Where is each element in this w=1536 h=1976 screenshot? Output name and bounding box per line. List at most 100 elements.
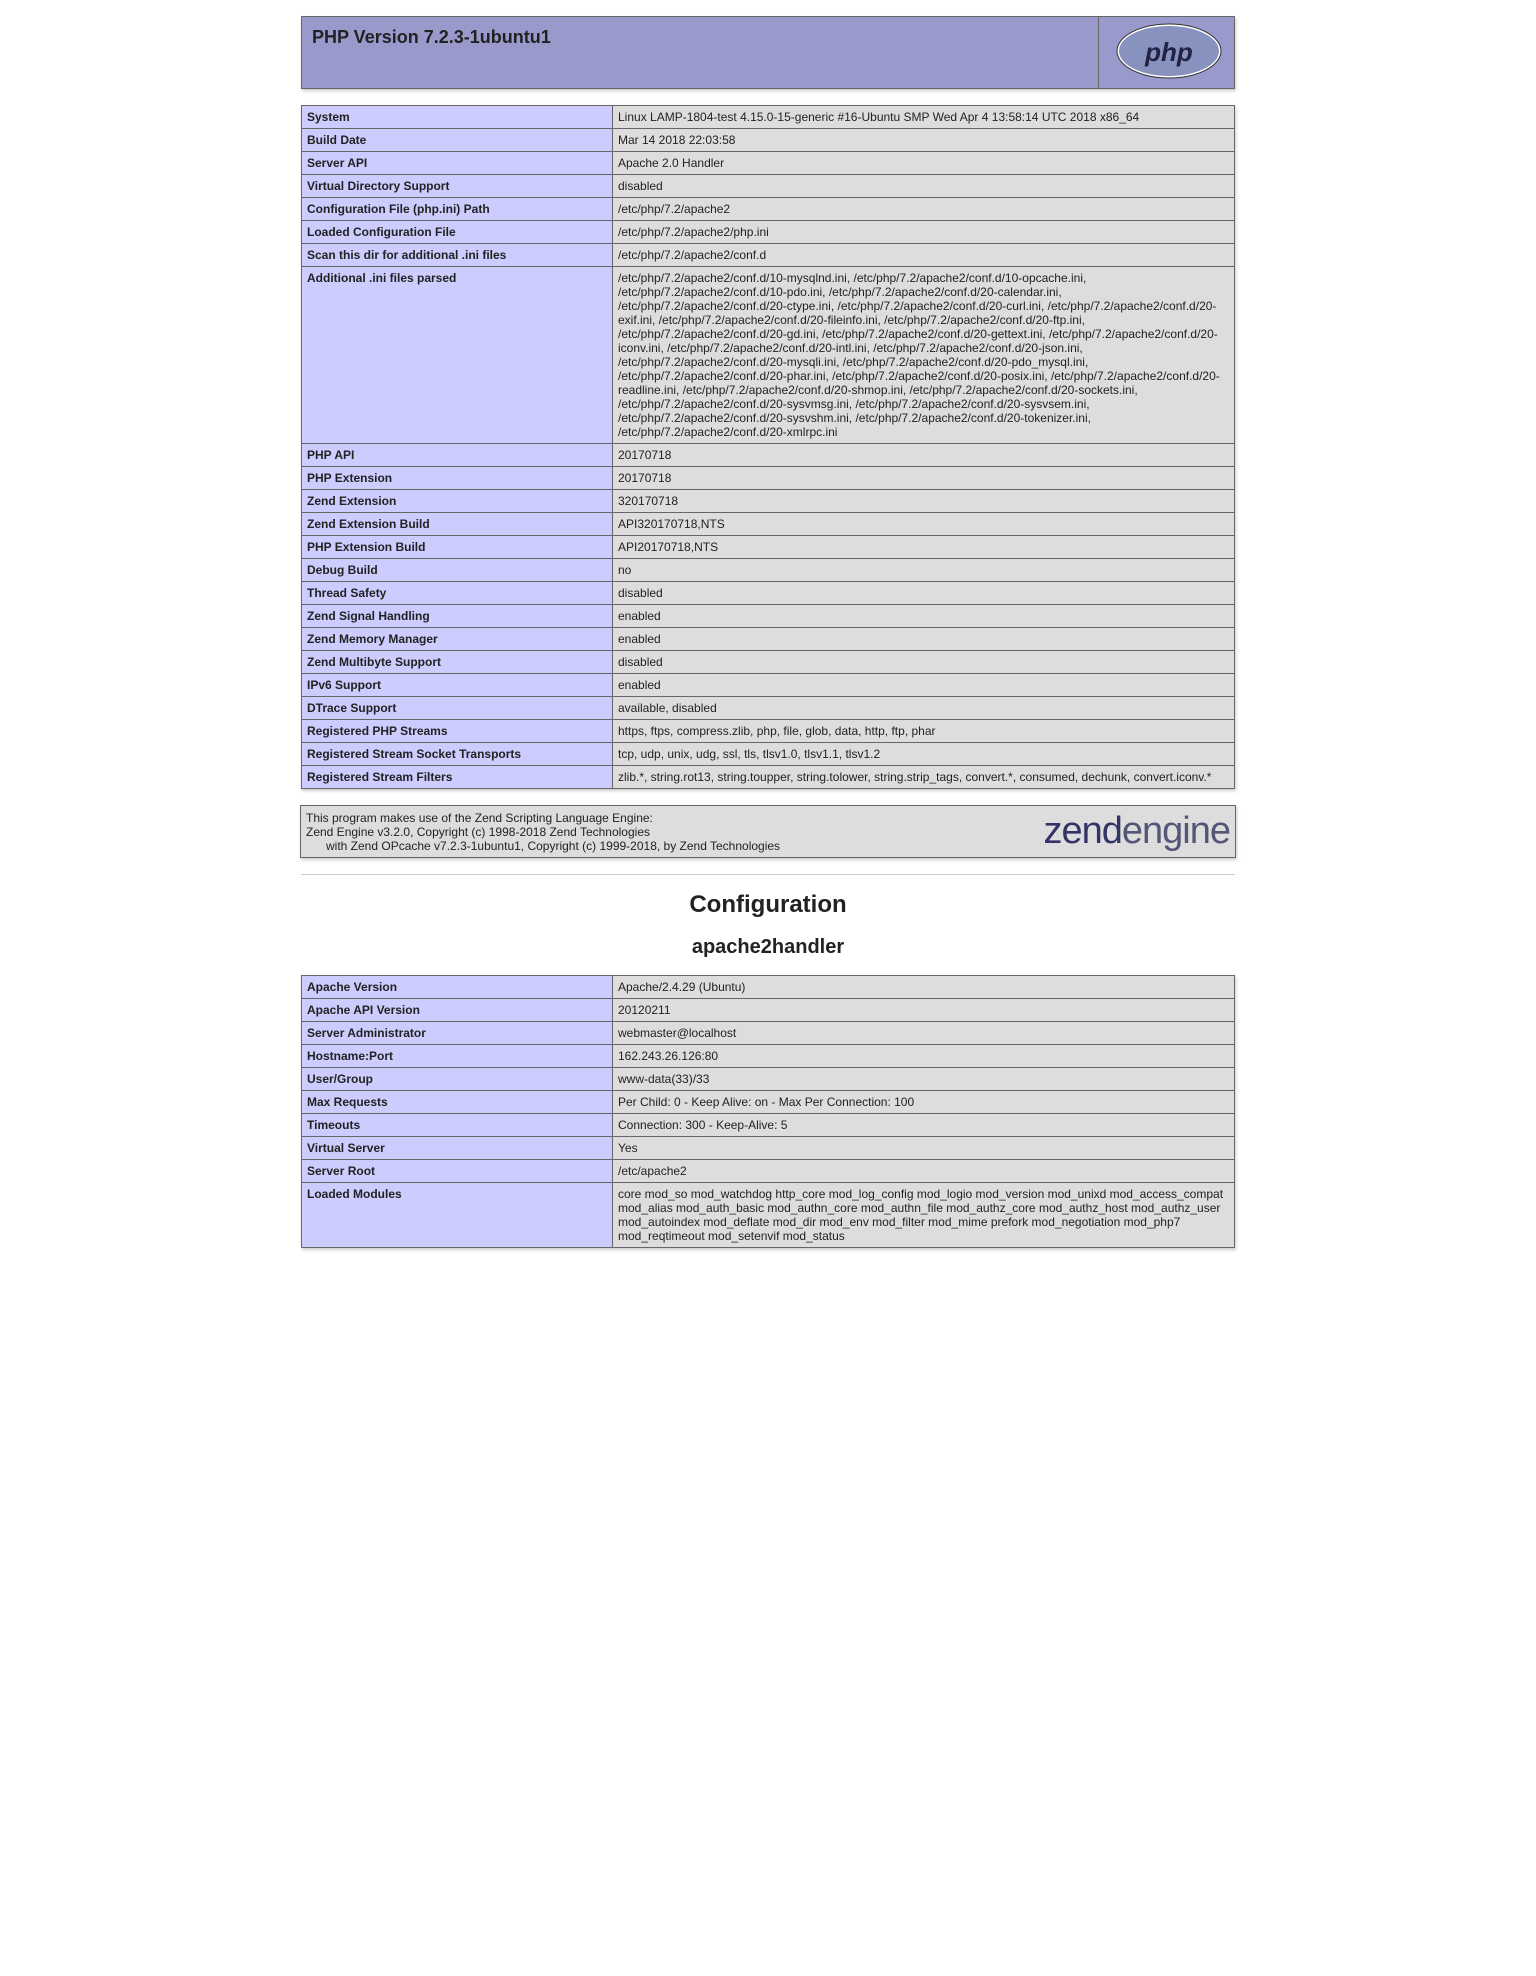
directive-name: Zend Extension — [302, 490, 613, 513]
directive-name: Zend Signal Handling — [302, 605, 613, 628]
directive-name: Virtual Directory Support — [302, 175, 613, 198]
directive-value: API20170718,NTS — [613, 536, 1235, 559]
configuration-heading: Configuration — [0, 891, 1536, 919]
directive-name: PHP Extension — [302, 467, 613, 490]
directive-value: Mar 14 2018 22:03:58 — [613, 129, 1235, 152]
directive-name: Server Administrator — [302, 1022, 613, 1045]
directive-name: Zend Multibyte Support — [302, 651, 613, 674]
table-row: Build DateMar 14 2018 22:03:58 — [302, 129, 1235, 152]
table-row: PHP API20170718 — [302, 444, 1235, 467]
directive-name: Server API — [302, 152, 613, 175]
directive-value: enabled — [613, 674, 1235, 697]
directive-value: /etc/apache2 — [613, 1160, 1235, 1183]
directive-name: Zend Extension Build — [302, 513, 613, 536]
table-row: PHP Extension20170718 — [302, 467, 1235, 490]
directive-value: available, disabled — [613, 697, 1235, 720]
php-logo-icon: php — [1114, 21, 1224, 84]
directive-name: PHP API — [302, 444, 613, 467]
directive-value: API320170718,NTS — [613, 513, 1235, 536]
table-row: Zend Extension BuildAPI320170718,NTS — [302, 513, 1235, 536]
directive-value: Yes — [613, 1137, 1235, 1160]
directive-name: Virtual Server — [302, 1137, 613, 1160]
directive-name: Additional .ini files parsed — [302, 267, 613, 444]
table-row: Scan this dir for additional .ini files/… — [302, 244, 1235, 267]
directive-name: Timeouts — [302, 1114, 613, 1137]
directive-value: /etc/php/7.2/apache2 — [613, 198, 1235, 221]
directive-name: Server Root — [302, 1160, 613, 1183]
svg-text:php: php — [1144, 37, 1193, 67]
table-row: Debug Buildno — [302, 559, 1235, 582]
directive-name: User/Group — [302, 1068, 613, 1091]
directive-value: 20170718 — [613, 467, 1235, 490]
directive-value: /etc/php/7.2/apache2/conf.d — [613, 244, 1235, 267]
directive-value: disabled — [613, 651, 1235, 674]
directive-value: tcp, udp, unix, udg, ssl, tls, tlsv1.0, … — [613, 743, 1235, 766]
directive-name: Zend Memory Manager — [302, 628, 613, 651]
zend-engine-box: This program makes use of the Zend Scrip… — [300, 805, 1236, 858]
table-row: Loaded Modulescore mod_so mod_watchdog h… — [302, 1183, 1235, 1248]
header-table: PHP Version 7.2.3-1ubuntu1 php — [301, 16, 1235, 89]
directive-name: Debug Build — [302, 559, 613, 582]
directive-value: 320170718 — [613, 490, 1235, 513]
table-row: Additional .ini files parsed/etc/php/7.2… — [302, 267, 1235, 444]
table-row: Zend Extension320170718 — [302, 490, 1235, 513]
directive-value: Connection: 300 - Keep-Alive: 5 — [613, 1114, 1235, 1137]
table-row: Server Root/etc/apache2 — [302, 1160, 1235, 1183]
table-row: Server Administratorwebmaster@localhost — [302, 1022, 1235, 1045]
table-row: Hostname:Port162.243.26.126:80 — [302, 1045, 1235, 1068]
table-row: DTrace Supportavailable, disabled — [302, 697, 1235, 720]
table-row: Apache API Version20120211 — [302, 999, 1235, 1022]
main-info-table: SystemLinux LAMP-1804-test 4.15.0-15-gen… — [301, 105, 1235, 789]
table-row: Virtual Directory Supportdisabled — [302, 175, 1235, 198]
directive-name: DTrace Support — [302, 697, 613, 720]
table-row: Registered PHP Streamshttps, ftps, compr… — [302, 720, 1235, 743]
table-row: Zend Signal Handlingenabled — [302, 605, 1235, 628]
directive-value: 20170718 — [613, 444, 1235, 467]
directive-value: Apache/2.4.29 (Ubuntu) — [613, 976, 1235, 999]
table-row: IPv6 Supportenabled — [302, 674, 1235, 697]
directive-name: Loaded Modules — [302, 1183, 613, 1248]
table-row: Registered Stream Filterszlib.*, string.… — [302, 766, 1235, 789]
directive-name: Scan this dir for additional .ini files — [302, 244, 613, 267]
page-title: PHP Version 7.2.3-1ubuntu1 — [312, 27, 1088, 48]
directive-name: Registered Stream Filters — [302, 766, 613, 789]
directive-name: Registered PHP Streams — [302, 720, 613, 743]
directive-value: no — [613, 559, 1235, 582]
directive-value: 162.243.26.126:80 — [613, 1045, 1235, 1068]
directive-value: enabled — [613, 605, 1235, 628]
directive-name: Max Requests — [302, 1091, 613, 1114]
directive-name: Hostname:Port — [302, 1045, 613, 1068]
divider — [301, 874, 1235, 875]
directive-name: Apache Version — [302, 976, 613, 999]
directive-name: Build Date — [302, 129, 613, 152]
table-row: SystemLinux LAMP-1804-test 4.15.0-15-gen… — [302, 106, 1235, 129]
directive-value: /etc/php/7.2/apache2/conf.d/10-mysqlnd.i… — [613, 267, 1235, 444]
directive-value: www-data(33)/33 — [613, 1068, 1235, 1091]
table-row: Virtual ServerYes — [302, 1137, 1235, 1160]
table-row: Thread Safetydisabled — [302, 582, 1235, 605]
directive-name: Thread Safety — [302, 582, 613, 605]
table-row: Zend Multibyte Supportdisabled — [302, 651, 1235, 674]
directive-value: webmaster@localhost — [613, 1022, 1235, 1045]
apache-info-table: Apache VersionApache/2.4.29 (Ubuntu)Apac… — [301, 975, 1235, 1248]
table-row: Loaded Configuration File/etc/php/7.2/ap… — [302, 221, 1235, 244]
directive-value: disabled — [613, 582, 1235, 605]
directive-name: PHP Extension Build — [302, 536, 613, 559]
zend-line1: This program makes use of the Zend Scrip… — [306, 811, 653, 825]
directive-value: core mod_so mod_watchdog http_core mod_l… — [613, 1183, 1235, 1248]
directive-value: zlib.*, string.rot13, string.toupper, st… — [613, 766, 1235, 789]
table-row: Server APIApache 2.0 Handler — [302, 152, 1235, 175]
directive-name: Apache API Version — [302, 999, 613, 1022]
apache2handler-heading: apache2handler — [0, 936, 1536, 959]
table-row: Configuration File (php.ini) Path/etc/ph… — [302, 198, 1235, 221]
directive-value: disabled — [613, 175, 1235, 198]
directive-name: Configuration File (php.ini) Path — [302, 198, 613, 221]
table-row: Registered Stream Socket Transportstcp, … — [302, 743, 1235, 766]
directive-value: Apache 2.0 Handler — [613, 152, 1235, 175]
directive-name: IPv6 Support — [302, 674, 613, 697]
directive-value: enabled — [613, 628, 1235, 651]
table-row: Apache VersionApache/2.4.29 (Ubuntu) — [302, 976, 1235, 999]
table-row: User/Groupwww-data(33)/33 — [302, 1068, 1235, 1091]
directive-name: Loaded Configuration File — [302, 221, 613, 244]
table-row: TimeoutsConnection: 300 - Keep-Alive: 5 — [302, 1114, 1235, 1137]
